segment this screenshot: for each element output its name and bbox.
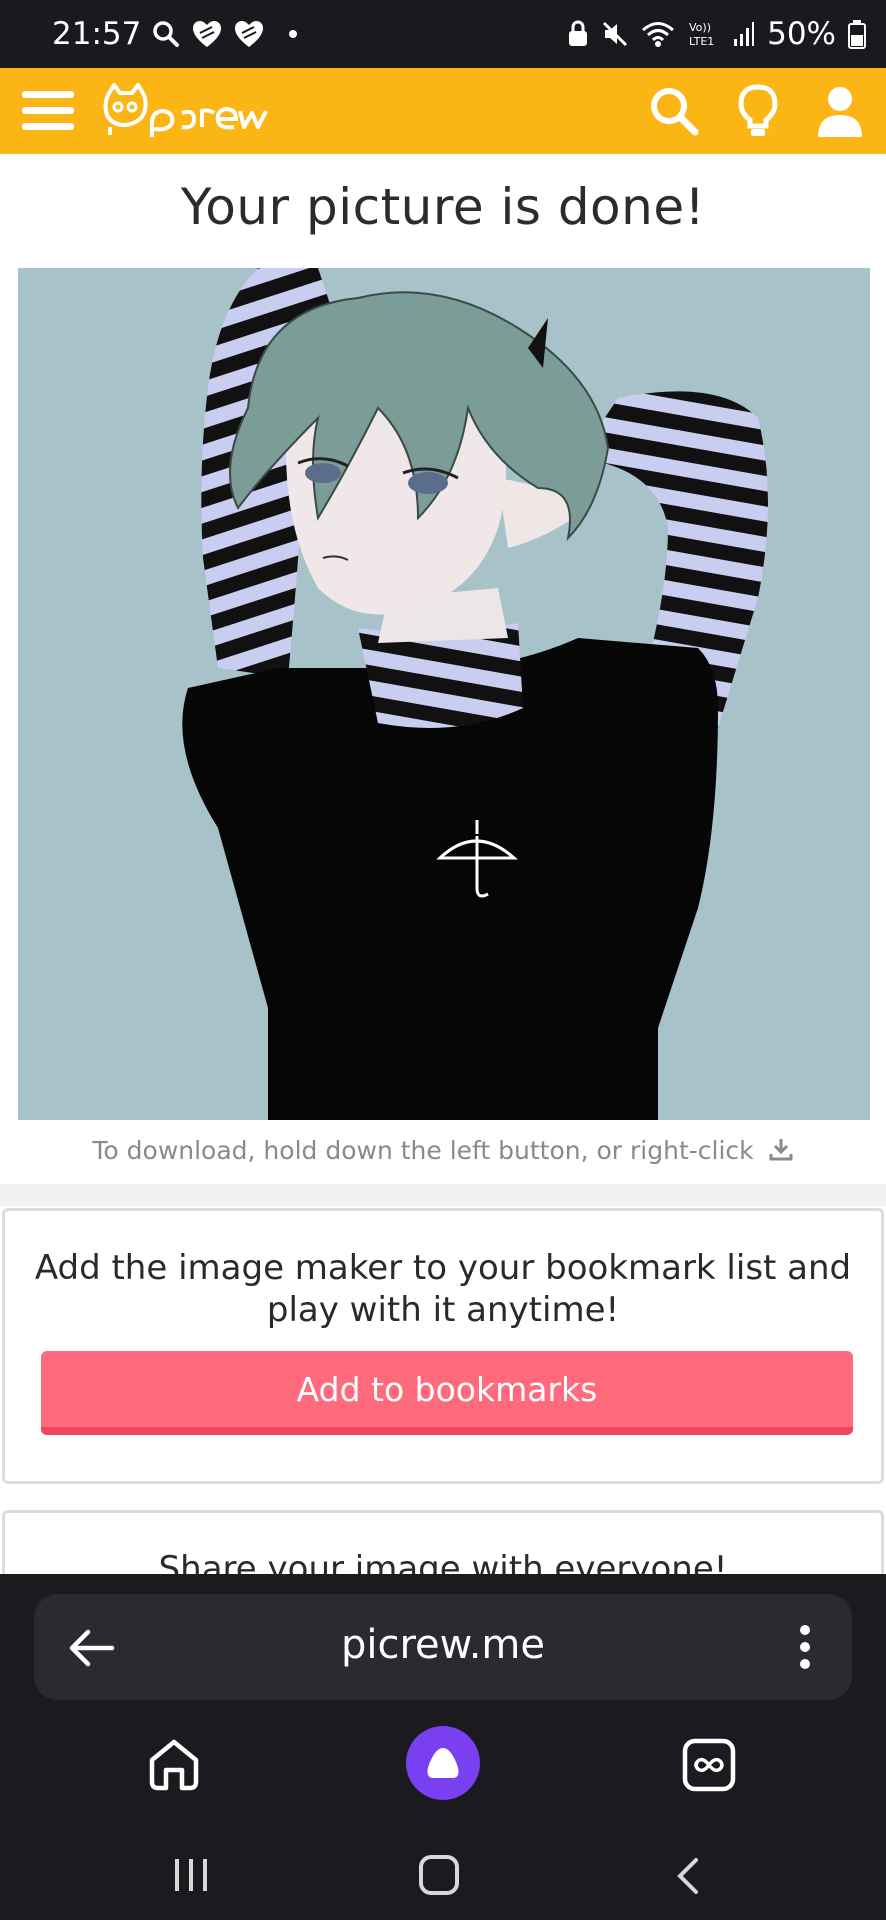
heart-icon	[191, 19, 223, 49]
mute-icon	[601, 20, 629, 48]
battery-percent: 50%	[767, 16, 836, 52]
svg-text:LTE1: LTE1	[689, 35, 714, 48]
url-text[interactable]: picrew.me	[34, 1622, 852, 1668]
generated-picture[interactable]	[18, 268, 870, 1120]
home-icon[interactable]	[146, 1736, 202, 1796]
address-bar[interactable]: picrew.me	[34, 1594, 852, 1700]
lock-icon	[567, 20, 589, 48]
recent-apps-icon[interactable]	[172, 1856, 210, 1898]
section-divider	[0, 1184, 886, 1206]
home-button-icon[interactable]	[418, 1854, 460, 1900]
download-icon	[769, 1139, 793, 1161]
back-icon[interactable]	[674, 1856, 702, 1900]
alice-icon[interactable]	[406, 1726, 480, 1800]
character-illustration	[18, 268, 870, 1120]
site-header	[0, 68, 886, 154]
search-icon	[151, 19, 181, 49]
lightbulb-icon[interactable]	[738, 84, 778, 138]
svg-text:Vo)): Vo))	[689, 21, 711, 34]
notification-dot	[289, 30, 298, 38]
browser-toolbar: picrew.me	[0, 1574, 886, 1920]
status-bar: 21:57 Vo)) LTE1 50%	[0, 0, 886, 68]
wifi-icon	[641, 20, 675, 48]
download-hint-text: To download, hold down the left button, …	[92, 1136, 754, 1165]
page-title: Your picture is done!	[180, 178, 706, 236]
bookmark-card-text: Add the image maker to your bookmark lis…	[34, 1248, 852, 1330]
bookmark-card: Add the image maker to your bookmark lis…	[2, 1208, 884, 1484]
volte-icon: Vo)) LTE1	[687, 19, 721, 49]
tabs-icon[interactable]	[682, 1738, 736, 1796]
heart-icon	[233, 19, 265, 49]
more-vert-icon[interactable]	[798, 1624, 812, 1674]
status-time: 21:57	[52, 16, 142, 52]
battery-icon	[848, 19, 866, 49]
user-icon[interactable]	[816, 85, 864, 137]
picrew-logo[interactable]	[102, 83, 270, 139]
add-to-bookmarks-button[interactable]: Add to bookmarks	[41, 1351, 853, 1435]
signal-icon	[733, 21, 755, 47]
download-hint: To download, hold down the left button, …	[0, 1136, 886, 1165]
menu-icon[interactable]	[22, 89, 74, 133]
search-icon[interactable]	[648, 85, 700, 137]
